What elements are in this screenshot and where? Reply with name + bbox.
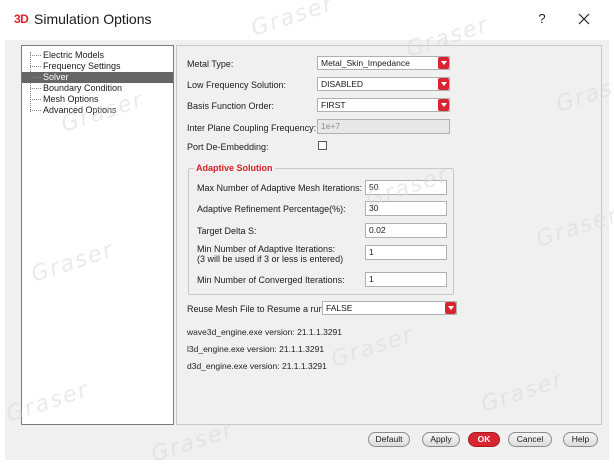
adaptive-solution-group: Adaptive Solution Max Number of Adaptive… bbox=[188, 163, 454, 295]
window-title: Simulation Options bbox=[34, 11, 152, 27]
reuse-mesh-select[interactable]: FALSE bbox=[322, 301, 457, 315]
tree-branch-icon bbox=[30, 110, 41, 112]
solver-panel: Metal Type: Metal_Skin_Impedance Low Fre… bbox=[176, 45, 602, 425]
tree-branch-icon bbox=[30, 88, 41, 90]
min-converged-label: Min Number of Converged Iterations: bbox=[197, 275, 345, 285]
tree-item-boundary-condition[interactable]: Boundary Condition bbox=[22, 83, 173, 94]
reuse-mesh-label: Reuse Mesh File to Resume a run: bbox=[187, 304, 327, 314]
min-iterations-note: (3 will be used if 3 or less is entered) bbox=[197, 254, 344, 264]
tree-item-label: Solver bbox=[43, 72, 69, 82]
close-button[interactable] bbox=[574, 9, 594, 29]
tree-item-frequency-settings[interactable]: Frequency Settings bbox=[22, 61, 173, 72]
low-frequency-select[interactable]: DISABLED bbox=[317, 77, 450, 91]
refinement-pct-label: Adaptive Refinement Percentage(%): bbox=[197, 204, 346, 214]
basis-order-value: FIRST bbox=[321, 100, 346, 110]
tree-item-advanced-options[interactable]: Advanced Options bbox=[22, 105, 173, 116]
version-text: d3d_engine.exe version: 21.1.1.3291 bbox=[187, 361, 327, 371]
dropdown-arrow-icon bbox=[438, 78, 449, 90]
tree-branch-icon bbox=[30, 55, 41, 57]
target-delta-s-label: Target Delta S: bbox=[197, 226, 257, 236]
reuse-mesh-value: FALSE bbox=[326, 303, 353, 313]
title-bar: 3D Simulation Options ? bbox=[0, 0, 614, 40]
help-button[interactable]: Help bbox=[563, 432, 598, 447]
max-iterations-input[interactable]: 50 bbox=[365, 180, 447, 195]
inter-plane-field: 1e+7 bbox=[317, 119, 450, 134]
target-delta-s-input[interactable]: 0.02 bbox=[365, 223, 447, 238]
min-iterations-input[interactable]: 1 bbox=[365, 245, 447, 260]
tree-item-electric-models[interactable]: Electric Models bbox=[22, 50, 173, 61]
tree-item-solver[interactable]: Solver bbox=[22, 72, 173, 83]
apply-button[interactable]: Apply bbox=[422, 432, 460, 447]
cancel-button[interactable]: Cancel bbox=[508, 432, 552, 447]
tree-branch-icon bbox=[30, 66, 41, 68]
dropdown-arrow-icon bbox=[438, 99, 449, 111]
basis-order-label: Basis Function Order: bbox=[187, 101, 275, 111]
version-text: wave3d_engine.exe version: 21.1.1.3291 bbox=[187, 327, 343, 337]
dropdown-arrow-icon bbox=[445, 302, 456, 314]
port-deembed-label: Port De-Embedding: bbox=[187, 142, 269, 152]
version-text: l3d_engine.exe version: 21.1.1.3291 bbox=[187, 344, 325, 354]
tree-item-label: Frequency Settings bbox=[43, 61, 121, 71]
adaptive-solution-title: Adaptive Solution bbox=[194, 163, 275, 173]
port-deembed-checkbox[interactable] bbox=[318, 141, 327, 150]
low-frequency-value: DISABLED bbox=[321, 79, 364, 89]
tree-branch-icon bbox=[30, 77, 41, 79]
refinement-pct-input[interactable]: 30 bbox=[365, 201, 447, 216]
tree-item-label: Mesh Options bbox=[43, 94, 99, 104]
help-title-button[interactable]: ? bbox=[535, 11, 549, 29]
tree-item-label: Boundary Condition bbox=[43, 83, 123, 93]
inter-plane-label: Inter Plane Coupling Frequency: bbox=[187, 123, 317, 133]
tree-item-label: Advanced Options bbox=[43, 105, 117, 115]
close-icon bbox=[578, 13, 590, 25]
low-frequency-label: Low Frequency Solution: bbox=[187, 80, 287, 90]
min-iterations-label: Min Number of Adaptive Iterations: bbox=[197, 244, 336, 254]
dropdown-arrow-icon bbox=[438, 57, 449, 69]
tree-branch-icon bbox=[30, 99, 41, 101]
tree-item-label: Electric Models bbox=[43, 50, 105, 60]
tree-item-mesh-options[interactable]: Mesh Options bbox=[22, 94, 173, 105]
options-tree: Electric Models Frequency Settings Solve… bbox=[21, 45, 174, 425]
default-button[interactable]: Default bbox=[368, 432, 410, 447]
min-converged-input[interactable]: 1 bbox=[365, 272, 447, 287]
app-logo-icon: 3D bbox=[14, 12, 29, 26]
ok-button[interactable]: OK bbox=[468, 432, 500, 447]
metal-type-value: Metal_Skin_Impedance bbox=[321, 58, 410, 68]
metal-type-select[interactable]: Metal_Skin_Impedance bbox=[317, 56, 450, 70]
metal-type-label: Metal Type: bbox=[187, 59, 234, 69]
basis-order-select[interactable]: FIRST bbox=[317, 98, 450, 112]
dialog-body: Electric Models Frequency Settings Solve… bbox=[5, 40, 609, 460]
max-iterations-label: Max Number of Adaptive Mesh Iterations: bbox=[197, 183, 363, 193]
